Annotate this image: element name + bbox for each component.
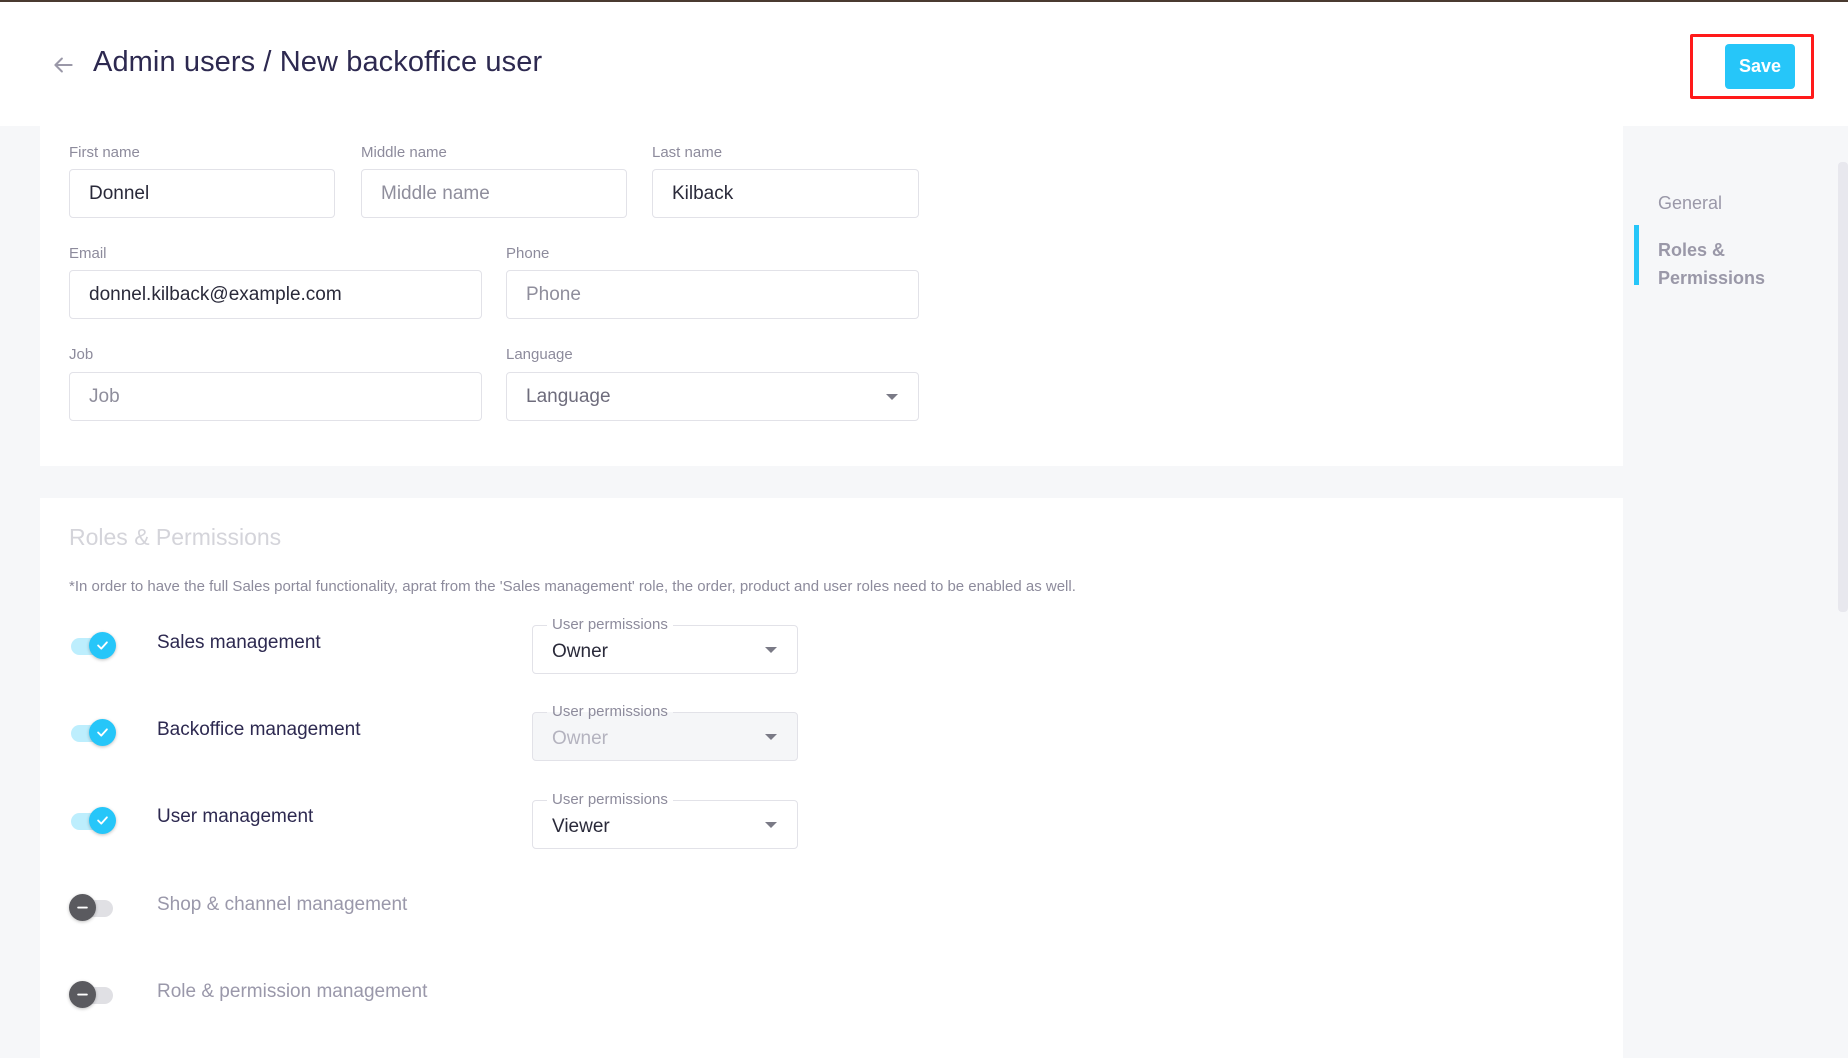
role-row-user-management: User management User permissions Viewer bbox=[40, 791, 1040, 851]
language-select[interactable]: Language bbox=[506, 372, 919, 421]
role-label: Sales management bbox=[157, 632, 321, 653]
page-header: Admin users / New backoffice user Save bbox=[0, 2, 1848, 126]
permission-select-value: Viewer bbox=[552, 816, 610, 837]
permission-select-label: User permissions bbox=[547, 791, 673, 809]
language-label: Language bbox=[506, 346, 573, 363]
arrow-left-icon[interactable] bbox=[50, 52, 76, 78]
first-name-input[interactable] bbox=[69, 169, 335, 218]
middle-name-label: Middle name bbox=[361, 144, 447, 161]
shop-channel-management-toggle[interactable] bbox=[69, 892, 117, 922]
check-icon bbox=[89, 719, 116, 746]
user-management-toggle[interactable] bbox=[69, 805, 117, 835]
role-row-backoffice-management: Backoffice management User permissions O… bbox=[40, 703, 1040, 764]
role-label: Role & permission management bbox=[157, 981, 428, 1002]
permission-select-value: Owner bbox=[552, 728, 608, 749]
nav-item-general[interactable]: General bbox=[1658, 189, 1722, 217]
backoffice-management-toggle[interactable] bbox=[69, 717, 117, 747]
section-title: Roles & Permissions bbox=[69, 524, 282, 550]
save-button[interactable]: Save bbox=[1725, 44, 1795, 89]
phone-input[interactable] bbox=[506, 270, 919, 319]
roles-note: *In order to have the full Sales portal … bbox=[69, 578, 1076, 595]
role-label: Shop & channel management bbox=[157, 894, 408, 915]
caret-down-icon bbox=[886, 394, 898, 400]
last-name-label: Last name bbox=[652, 144, 723, 161]
active-nav-indicator bbox=[1634, 225, 1639, 285]
minus-icon bbox=[69, 894, 96, 921]
user-management-permission-select[interactable]: User permissions Viewer bbox=[532, 791, 798, 849]
section-nav: General Roles & Permissions bbox=[1624, 126, 1838, 1035]
sales-management-toggle[interactable] bbox=[69, 630, 117, 660]
permission-select-label: User permissions bbox=[547, 616, 673, 634]
permission-select-value: Owner bbox=[552, 641, 608, 662]
role-row-shop-channel-management: Shop & channel management bbox=[40, 878, 1040, 938]
nav-item-roles-permissions[interactable]: Roles & Permissions bbox=[1658, 236, 1798, 292]
general-section: First name Middle name Last name Email P… bbox=[40, 126, 1623, 466]
check-icon bbox=[89, 632, 116, 659]
last-name-input[interactable] bbox=[652, 169, 919, 218]
first-name-label: First name bbox=[69, 144, 140, 161]
job-label: Job bbox=[69, 346, 94, 363]
caret-down-icon bbox=[765, 734, 777, 740]
language-select-value: Language bbox=[526, 386, 611, 407]
caret-down-icon bbox=[765, 647, 777, 653]
role-row-sales-management: Sales management User permissions Owner bbox=[40, 616, 1040, 676]
page-scrollbar[interactable] bbox=[1838, 162, 1848, 612]
roles-permissions-section: Roles & Permissions *In order to have th… bbox=[40, 498, 1623, 1058]
sales-management-permission-select[interactable]: User permissions Owner bbox=[532, 616, 798, 674]
minus-icon bbox=[69, 981, 96, 1008]
role-label: Backoffice management bbox=[157, 719, 361, 740]
caret-down-icon bbox=[765, 822, 777, 828]
backoffice-management-permission-select: User permissions Owner bbox=[532, 703, 798, 761]
email-input[interactable] bbox=[69, 270, 482, 319]
role-permission-management-toggle[interactable] bbox=[69, 979, 117, 1009]
email-label: Email bbox=[69, 245, 107, 262]
role-label: User management bbox=[157, 806, 314, 827]
phone-label: Phone bbox=[506, 245, 550, 262]
check-icon bbox=[89, 807, 116, 834]
job-input[interactable] bbox=[69, 372, 482, 421]
middle-name-input[interactable] bbox=[361, 169, 627, 218]
role-row-role-permission-management: Role & permission management bbox=[40, 965, 1040, 1025]
permission-select-label: User permissions bbox=[547, 703, 673, 721]
page-title: Admin users / New backoffice user bbox=[93, 46, 543, 78]
